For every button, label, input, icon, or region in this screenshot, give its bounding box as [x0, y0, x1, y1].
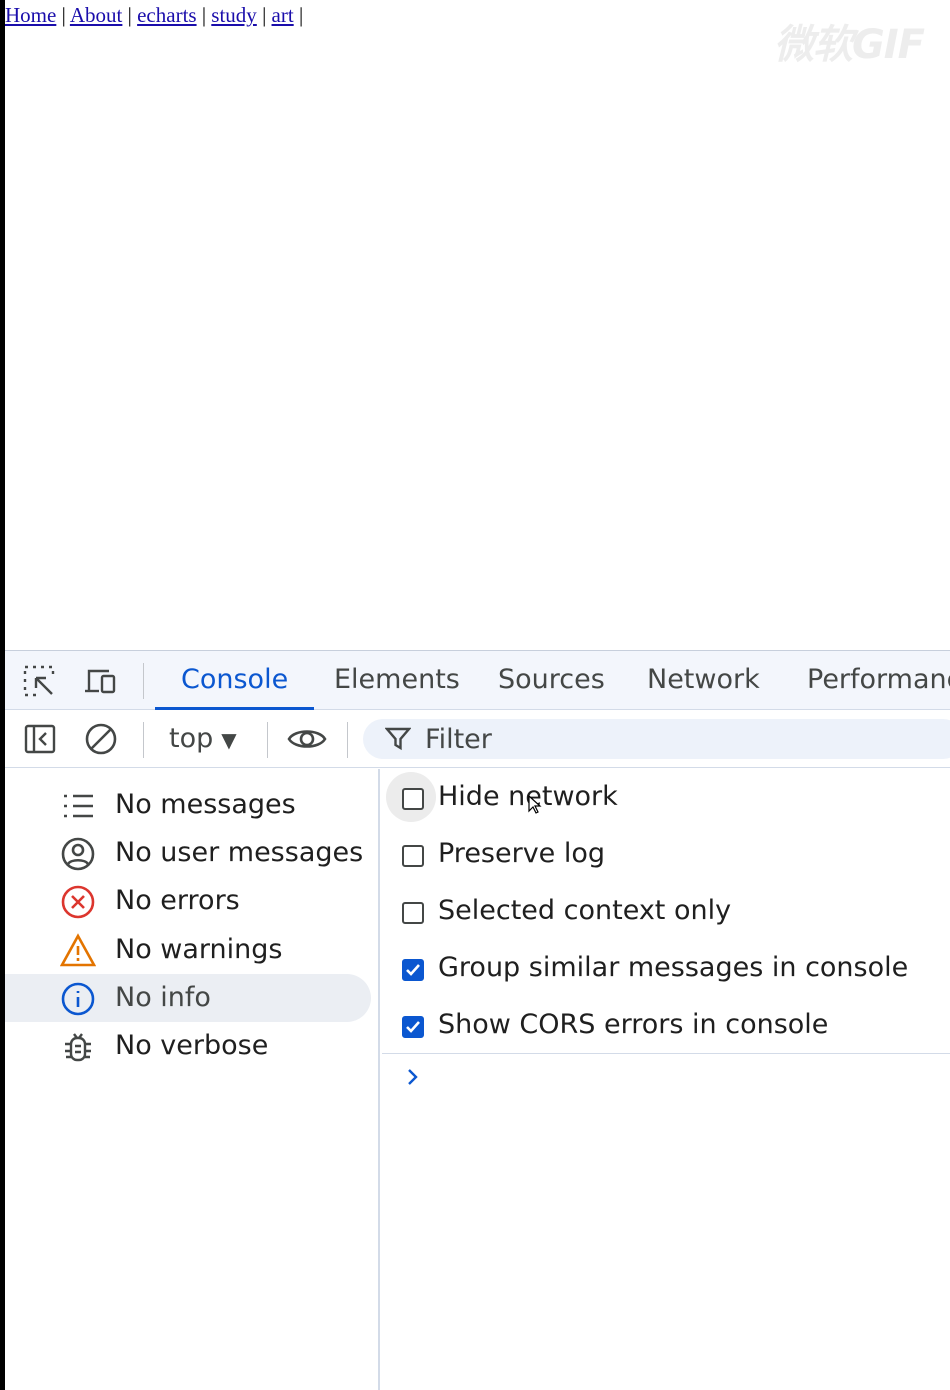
sidebar-item-info[interactable]: No info — [5, 974, 371, 1022]
context-value: top — [169, 723, 214, 754]
console-toolbar: top ▼ — [5, 710, 950, 768]
tab-console[interactable]: Console — [155, 651, 315, 710]
setting-selected-context-only[interactable]: Selected context only — [382, 883, 950, 933]
web-page: Home | About | echarts | study | art | 微… — [5, 0, 950, 650]
filter-input[interactable] — [423, 719, 823, 759]
filter-funnel-icon — [384, 726, 412, 752]
toolbar-divider — [143, 663, 144, 699]
toolbar-divider — [347, 722, 348, 758]
setting-label: Group similar messages in console — [438, 952, 909, 983]
nav-separator: | — [298, 3, 304, 27]
tab-network[interactable]: Network — [621, 651, 786, 710]
nav-link-study[interactable]: study — [211, 3, 257, 27]
sidebar-item-errors[interactable]: No errors — [5, 877, 371, 925]
sidebar-item-label: No user messages — [115, 837, 364, 868]
nav-separator: | — [201, 3, 207, 27]
bug-icon — [60, 1029, 96, 1065]
toolbar-divider — [267, 722, 268, 758]
hide-network-checkbox[interactable] — [402, 788, 424, 810]
inspect-element-icon[interactable] — [22, 664, 56, 698]
show-cors-checkbox[interactable] — [402, 1016, 424, 1038]
nav-link-about[interactable]: About — [70, 3, 123, 27]
setting-label: Preserve log — [438, 838, 606, 869]
preserve-log-checkbox[interactable] — [402, 845, 424, 867]
setting-group-similar[interactable]: Group similar messages in console — [382, 940, 950, 990]
selected-context-checkbox[interactable] — [402, 902, 424, 924]
nav-link-home[interactable]: Home — [5, 3, 56, 27]
sidebar-item-label: No errors — [115, 885, 240, 916]
checkbox-wrap — [386, 943, 436, 993]
devtools-tab-bar: Console Elements Sources Network Perform… — [5, 650, 950, 710]
sidebar-item-verbose[interactable]: No verbose — [5, 1022, 371, 1070]
mouse-cursor-icon — [528, 795, 542, 814]
warning-icon — [59, 933, 97, 969]
console-sidebar: No messages No user messages No errors N… — [5, 769, 380, 1390]
nav-links: Home | About | echarts | study | art | — [5, 3, 303, 28]
list-icon — [60, 788, 96, 824]
setting-label: Show CORS errors in console — [438, 1009, 829, 1040]
checkmark-icon — [406, 964, 420, 976]
nav-separator: | — [127, 3, 132, 27]
dropdown-arrow-icon: ▼ — [221, 728, 237, 752]
checkbox-wrap — [386, 886, 436, 936]
setting-hide-network[interactable]: Hide network — [382, 769, 950, 822]
sidebar-item-user-messages[interactable]: No user messages — [5, 829, 371, 877]
checkbox-wrap — [386, 829, 436, 879]
group-similar-checkbox[interactable] — [402, 959, 424, 981]
checkmark-icon — [406, 1021, 420, 1033]
nav-link-echarts[interactable]: echarts — [137, 3, 196, 27]
error-icon — [60, 884, 96, 920]
sidebar-item-label: No messages — [115, 789, 296, 820]
sidebar-item-label: No warnings — [115, 934, 283, 965]
context-selector[interactable]: top ▼ — [169, 710, 237, 768]
setting-show-cors-errors[interactable]: Show CORS errors in console — [382, 997, 950, 1047]
setting-label: Selected context only — [438, 895, 732, 926]
sidebar-item-label: No verbose — [115, 1030, 269, 1061]
filter-box[interactable] — [363, 719, 950, 759]
device-toolbar-icon[interactable] — [83, 664, 117, 698]
checkbox-wrap — [386, 1000, 436, 1050]
info-icon — [60, 981, 96, 1017]
nav-separator: | — [262, 3, 267, 27]
tab-performance[interactable]: Performanc — [781, 651, 950, 710]
console-settings: Hide network Preserve log Selected conte… — [382, 769, 950, 1054]
checkbox-hover-halo — [386, 772, 436, 822]
devtools-panel: Console Elements Sources Network Perform… — [5, 650, 950, 1390]
watermark: 微软GIF — [773, 22, 925, 68]
toolbar-divider — [143, 722, 144, 758]
live-expression-eye-icon[interactable] — [287, 721, 327, 757]
nav-separator: | — [61, 3, 66, 27]
clear-console-icon[interactable] — [83, 721, 119, 757]
setting-preserve-log[interactable]: Preserve log — [382, 826, 950, 876]
nav-link-art[interactable]: art — [272, 3, 294, 27]
tab-sources[interactable]: Sources — [472, 651, 631, 710]
sidebar-toggle-icon[interactable] — [22, 721, 58, 757]
user-icon — [60, 836, 96, 872]
sidebar-item-messages[interactable]: No messages — [5, 781, 371, 829]
tab-elements[interactable]: Elements — [308, 651, 486, 710]
console-prompt-chevron-icon[interactable] — [403, 1064, 423, 1090]
sidebar-item-warnings[interactable]: No warnings — [5, 926, 371, 974]
sidebar-item-label: No info — [115, 982, 211, 1013]
